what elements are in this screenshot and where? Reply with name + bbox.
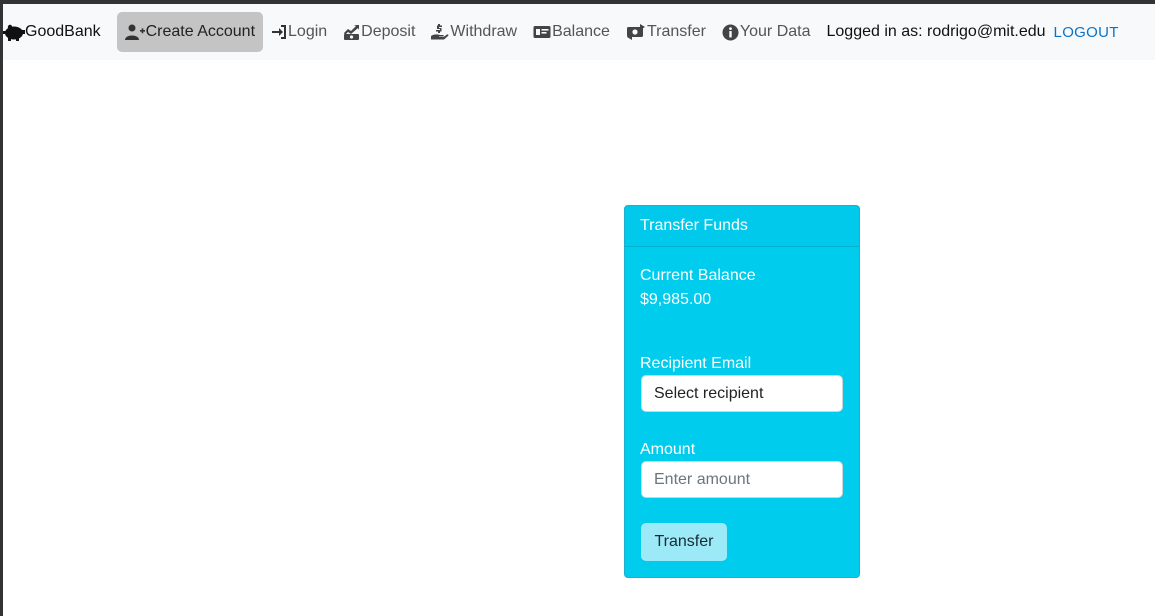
brand-label: GoodBank	[25, 23, 101, 40]
piggy-bank-icon	[3, 22, 25, 42]
logged-in-status: Logged in as: rodrigo@mit.edu	[826, 23, 1046, 40]
balance-value: $9,985.00	[640, 291, 712, 308]
info-circle-icon	[722, 24, 740, 41]
deposit-icon	[343, 24, 361, 40]
nav-label: Withdraw	[450, 23, 518, 40]
nav-create-account[interactable]: Create Account	[116, 12, 264, 52]
nav-label: Balance	[552, 23, 610, 40]
nav-label: Transfer	[646, 23, 706, 40]
nav-label: Login	[288, 23, 328, 40]
sign-in-icon	[271, 24, 288, 40]
brand-link[interactable]: GoodBank	[3, 12, 101, 52]
transfer-card: Transfer Funds Current Balance $9,985.00…	[624, 205, 860, 578]
nav-deposit[interactable]: Deposit	[335, 12, 423, 52]
nav-your-data[interactable]: Your Data	[714, 12, 819, 52]
nav-withdraw[interactable]: Withdraw	[423, 12, 525, 52]
logout-button[interactable]: LOGOUT	[1054, 24, 1119, 41]
recipient-select[interactable]: Select recipient	[641, 375, 843, 412]
amount-input[interactable]	[641, 461, 843, 498]
hand-holding-dollar-icon	[431, 24, 450, 40]
nav-label: Your Data	[739, 23, 811, 40]
nav-balance[interactable]: Balance	[525, 12, 618, 52]
nav-label: Deposit	[361, 23, 416, 40]
transfer-button[interactable]: Transfer	[641, 523, 727, 561]
nav-transfer[interactable]: Transfer	[618, 12, 714, 52]
window-left-border	[0, 0, 3, 616]
navbar: GoodBank Create Account Login Deposit Wi…	[3, 4, 1155, 60]
recipient-select-value: Select recipient	[654, 384, 764, 402]
balance-title: Current Balance	[640, 267, 756, 284]
nav-login[interactable]: Login	[263, 12, 335, 52]
amount-label: Amount	[640, 441, 696, 458]
money-check-icon	[533, 25, 552, 39]
money-transfer-icon	[626, 24, 647, 40]
user-plus-icon	[124, 24, 146, 40]
card-header: Transfer Funds	[625, 206, 859, 247]
nav-label: Create Account	[145, 23, 256, 40]
recipient-label: Recipient Email	[640, 355, 752, 372]
